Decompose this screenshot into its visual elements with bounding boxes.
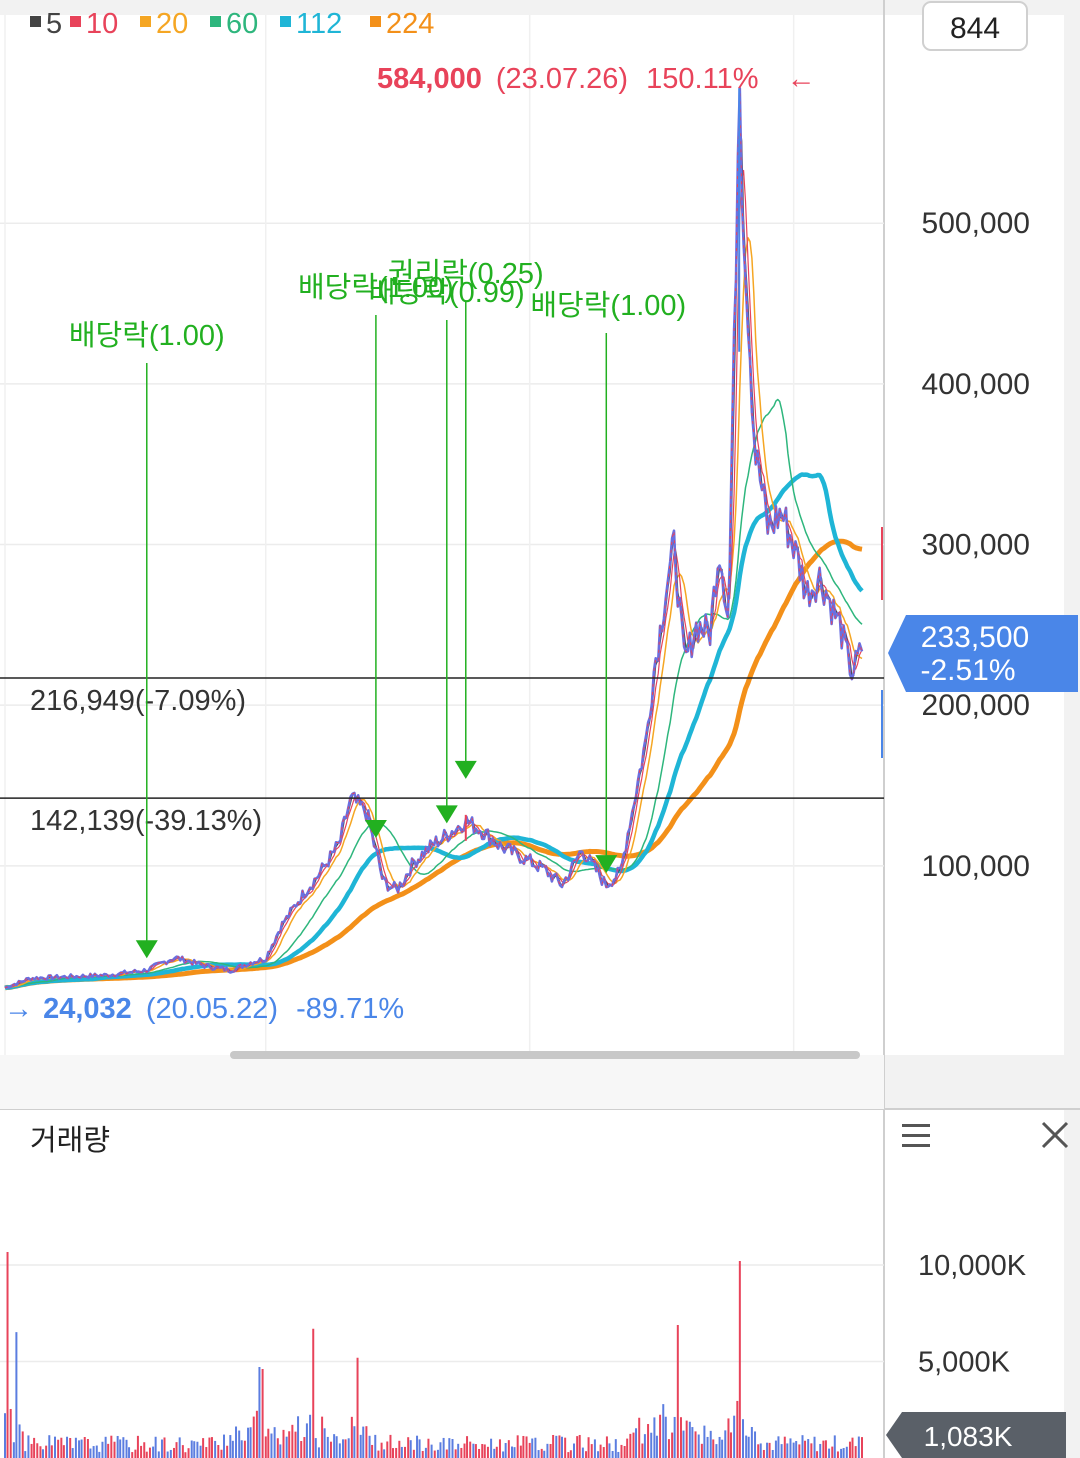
scrollbar-thumb[interactable] — [230, 1051, 860, 1059]
low-price-label: → 24,032 (20.05.22) -89.71% — [4, 993, 404, 1025]
price-axis-tick: 100,000 — [922, 850, 1030, 883]
legend-swatch-5 — [30, 16, 41, 27]
volume-axis-tick: 5,000K — [918, 1347, 1011, 1379]
low-pct: -89.71% — [296, 993, 404, 1025]
current-price-value: 233,500 — [921, 621, 1029, 654]
price-axis-tick: 400,000 — [922, 368, 1030, 401]
high-arrow: ← — [787, 63, 816, 95]
high-value: 584,000 — [377, 63, 482, 95]
volume-panel-title: 거래량 — [30, 1125, 110, 1157]
legend-label-10[interactable]: 10 — [86, 8, 118, 40]
current-price-change: -2.51% — [920, 654, 1015, 687]
legend-label-112[interactable]: 112 — [296, 8, 342, 40]
high-price-label: 584,000 (23.07.26) 150.11% ← — [377, 63, 816, 95]
legend-swatch-112 — [280, 16, 291, 27]
low-value: 24,032 — [43, 993, 132, 1025]
low-arrow: → — [4, 993, 33, 1025]
legend-label-224[interactable]: 224 — [386, 8, 434, 40]
legend-swatch-224 — [370, 16, 381, 27]
legend-label-60[interactable]: 60 — [226, 8, 258, 40]
stock-chart[interactable]: 216,949(-7.09%)142,139(-39.13%) 배당락(1.00… — [0, 0, 1080, 1458]
event-label: 배당락(1.00) — [530, 290, 686, 322]
zoom-value[interactable]: 844 — [950, 12, 1000, 45]
volume-current-value: 1,083K — [924, 1421, 1013, 1452]
date-axis-area[interactable] — [0, 1055, 884, 1109]
low-date: (20.05.22) — [146, 993, 278, 1025]
volume-plot-area[interactable] — [0, 1110, 1064, 1458]
event-label: 배당락(0.99) — [369, 277, 525, 309]
event-label: 배당락(1.00) — [69, 320, 225, 352]
volume-axis-tick: 10,000K — [918, 1250, 1027, 1282]
legend-swatch-20 — [140, 16, 151, 27]
legend-label-20[interactable]: 20 — [156, 8, 188, 40]
price-axis-tick: 500,000 — [922, 207, 1030, 240]
legend-swatch-10 — [70, 16, 81, 27]
price-axis-tick: 200,000 — [922, 689, 1030, 722]
current-price-badge: 233,500 -2.51% — [888, 615, 1078, 692]
legend-label-5[interactable]: 5 — [46, 8, 62, 40]
reference-line-label: 216,949(-7.09%) — [30, 685, 246, 717]
high-date: (23.07.26) — [496, 63, 628, 95]
price-axis-tick: 300,000 — [922, 529, 1030, 562]
high-pct: 150.11% — [646, 63, 758, 95]
volume-current-badge: 1,083K — [886, 1412, 1066, 1458]
legend-swatch-60 — [210, 16, 221, 27]
